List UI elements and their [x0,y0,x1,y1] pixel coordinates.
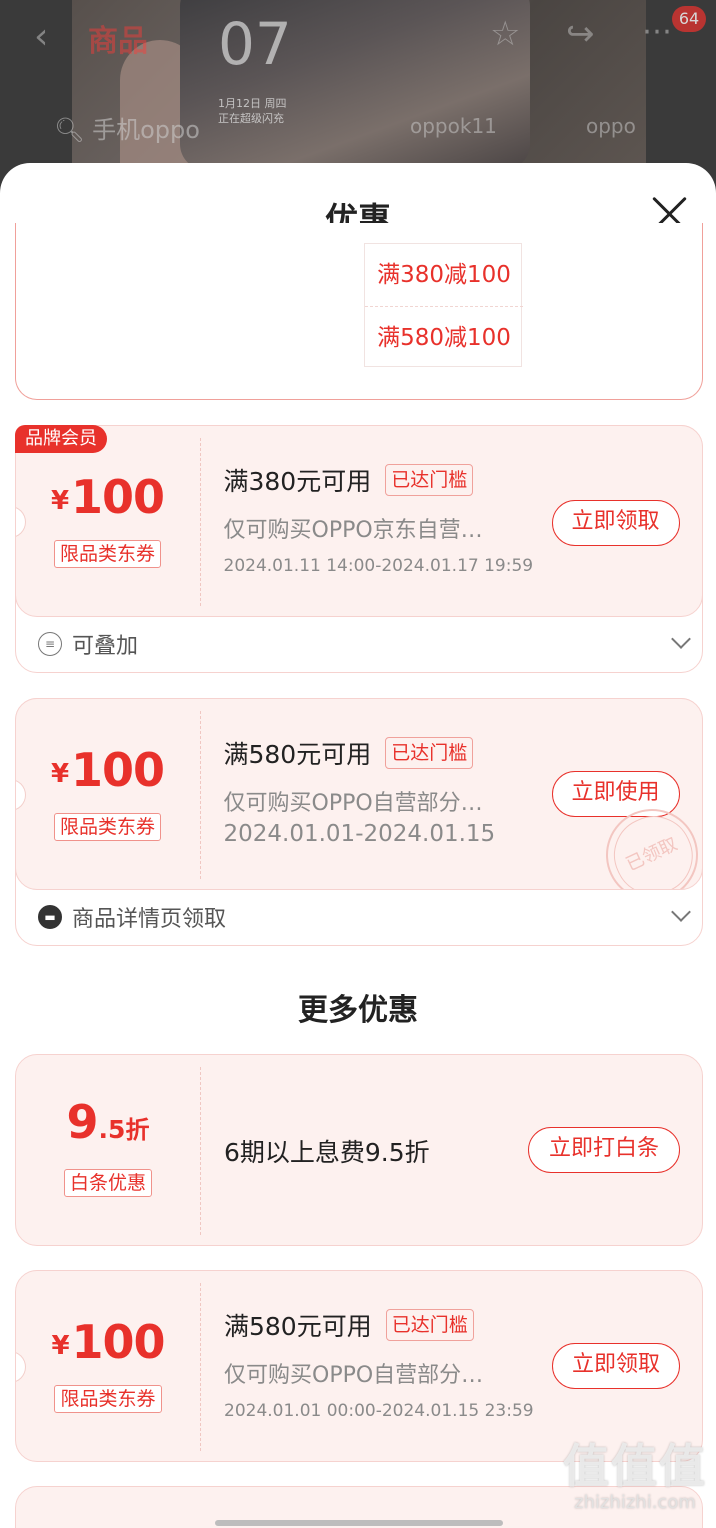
watermark-url: zhizhizhi.com [574,1492,696,1513]
ticket-icon: ▬ [38,905,62,929]
coupon-type-label: 限品类东券 [54,1385,162,1413]
promo-tier: 满580减100 [365,306,523,368]
coupon-validity: 2024.01.01-2024.01.15 [223,820,496,847]
discount-rate: 9.5折 [16,1095,200,1149]
coupon-amount: ¥100 [16,1315,200,1369]
currency-symbol: ¥ [51,1331,70,1361]
coupon-condition: 满380元可用 [223,466,372,496]
search-hint: 🔍︎ 手机oppo [54,110,200,145]
coupon-footer-text: 可叠加 [72,634,139,659]
coupon-value: 100 [71,469,165,524]
coupon-body: ¥100 限品类东券 满580元可用 已达门槛 仅可购买OPPO自营部分… 20… [15,1270,703,1462]
coupon-condition-line: 满580元可用 已达门槛 [224,735,474,771]
coupon-condition: 满580元可用 [224,1312,372,1341]
more-icon: ⋯ [642,14,672,49]
coupon-value: 100 [71,742,165,797]
coupon-card: ¥100 限品类东券 满380元可用 已达门槛 仅可购买OPPO京东自营… 20… [14,424,703,673]
coupon-type-label: 限品类东券 [53,812,161,841]
coupon-condition: 满580元可用 [223,739,372,769]
chevron-down-icon[interactable] [671,629,691,649]
coupon-type-tag: 限品类东券 [16,539,200,568]
coupon-validity: 2024.01.11 14:00-2024.01.17 19:59 [223,555,534,576]
search-suggestion: oppok11 [410,114,497,138]
coupon-divider [200,1067,201,1235]
home-indicator [215,1520,503,1526]
more-discounts-title: 更多优惠 [298,993,418,1028]
coupon-card: ¥100 限品类东券 满580元可用 已达门槛 仅可购买OPPO自营部分… 20… [15,1270,703,1462]
coupon-validity: 2024.01.01 00:00-2024.01.15 23:59 [224,1401,534,1421]
coupon-type-tag: 限品类东券 [16,1385,200,1413]
search-icon: 🔍︎ [54,116,85,144]
coupon-type-tag: 白条优惠 [16,1169,200,1197]
stack-icon: ≡ [38,632,62,656]
product-photo-clock: 07 [218,10,292,78]
coupon-condition-line: 满580元可用 已达门槛 [224,1307,474,1343]
coupon-amount: ¥100 [16,743,200,797]
coupon-type-label: 限品类东券 [53,539,161,568]
search-text: 手机oppo [92,116,200,144]
coupon-card: ¥100 限品类东券 满580元可用 已达门槛 仅可购买OPPO自营部分… 20… [14,697,703,946]
coupon-type-tag: 限品类东券 [16,812,200,841]
discount-int: 9 [66,1095,99,1149]
coupon-body: ¥100 限品类东券 满380元可用 已达门槛 仅可购买OPPO京东自营… 20… [14,424,703,617]
baitiao-card: 9.5折 白条优惠 6期以上息费9.5折 立即打白条 [15,1054,703,1246]
discount-sheet: 优惠 满380减100 满580减100 ¥100 限品类东券 满380元可用 … [0,163,716,1528]
threshold-reached-badge: 已达门槛 [385,1309,474,1341]
coupon-footer: ▬ 商品详情页领取 [38,889,691,945]
coupon-scope: 仅可购买OPPO自营部分… [224,1363,484,1388]
coupon-value: 100 [71,1315,166,1369]
watermark-logo: 值值值 [563,1439,707,1493]
coupon-footer-text: 商品详情页领取 [72,907,227,932]
promo-card-partial: 满380减100 满580减100 [15,223,703,400]
search-suggestion: oppo [586,114,636,138]
coupon-condition-line: 满380元可用 已达门槛 [224,462,474,498]
share-icon: ↪ [566,14,595,54]
promo-tier-list: 满380减100 满580减100 [364,243,523,368]
claim-button[interactable]: 立即领取 [552,1343,680,1389]
coupon-divider [199,710,201,879]
product-photo-date: 1月12日 周四 正在超级闪充 [218,96,287,126]
brand-member-badge: 品牌会员 [15,425,107,453]
back-icon: ‹ [34,16,49,57]
use-baitiao-button[interactable]: 立即打白条 [528,1127,680,1173]
favorite-icon: ☆ [490,14,521,54]
currency-symbol: ¥ [50,758,70,789]
coupon-divider [200,1283,201,1451]
coupon-amount: ¥100 [16,470,200,524]
coupon-scope: 仅可购买OPPO京东自营… [223,517,483,543]
cart-badge: 64 [672,6,706,32]
threshold-reached-badge: 已达门槛 [385,736,474,769]
coupon-body: ¥100 限品类东券 满580元可用 已达门槛 仅可购买OPPO自营部分… 20… [14,697,703,890]
date-line2: 正在超级闪充 [218,112,284,125]
coupon-divider [199,437,201,606]
currency-symbol: ¥ [50,485,70,516]
date-line1: 1月12日 周四 [218,97,287,110]
claim-button[interactable]: 立即领取 [551,499,680,546]
threshold-reached-badge: 已达门槛 [385,463,474,496]
discount-dec: .5 [98,1115,126,1144]
promo-tier: 满380减100 [377,262,511,288]
site-watermark: 值值值 zhizhizhi.com [560,1440,710,1514]
coupon-scope: 仅可购买OPPO自营部分… [223,790,483,816]
coupon-footer: ≡ 可叠加 [38,616,691,672]
discount-unit: 折 [125,1116,150,1144]
coupon-body: 9.5折 白条优惠 6期以上息费9.5折 立即打白条 [15,1054,703,1246]
baitiao-description: 6期以上息费9.5折 [224,1138,430,1167]
coupon-type-label: 白条优惠 [63,1169,152,1197]
chevron-down-icon[interactable] [671,902,691,922]
tab-product: 商品 [88,24,148,59]
